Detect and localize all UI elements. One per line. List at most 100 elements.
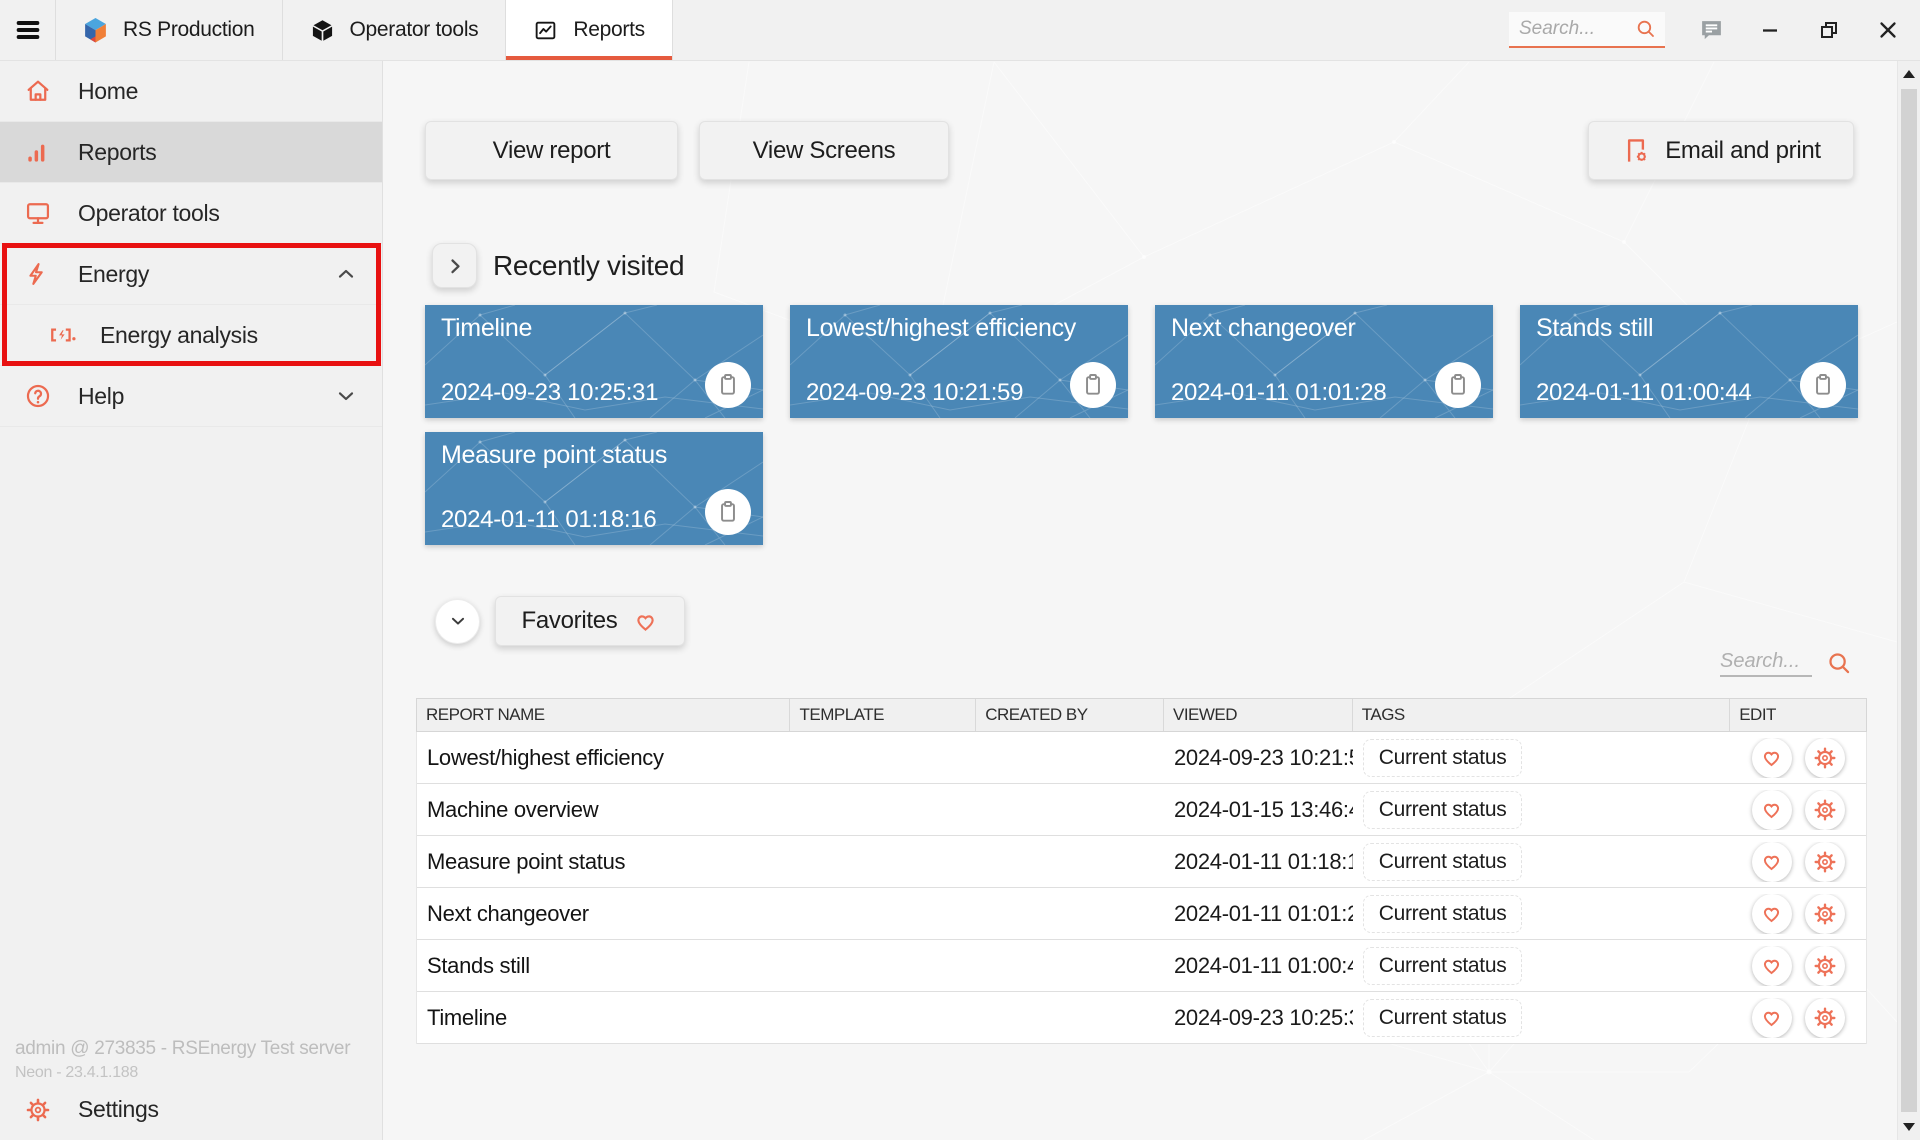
report-settings-button[interactable] (1805, 998, 1845, 1038)
clipboard-badge (705, 362, 751, 408)
sidebar-item-operator-tools[interactable]: Operator tools (0, 183, 382, 244)
battery-charging-icon (46, 322, 78, 348)
scroll-down-button[interactable] (1898, 1114, 1920, 1140)
clipboard-badge (1800, 362, 1846, 408)
cell-tags: Current status (1353, 999, 1730, 1037)
triangle-up-icon (1903, 70, 1915, 78)
table-row[interactable]: Lowest/highest efficiency 2024-09-23 10:… (417, 732, 1866, 784)
favorite-toggle-button[interactable] (1752, 790, 1792, 830)
report-settings-button[interactable] (1805, 790, 1845, 830)
chat-button[interactable] (1691, 8, 1731, 52)
global-search-input[interactable] (1517, 17, 1629, 41)
hamburger-menu-button[interactable] (0, 0, 55, 60)
cell-report-name: Timeline (417, 1005, 790, 1031)
search-icon[interactable] (1635, 18, 1657, 40)
report-settings-button[interactable] (1805, 946, 1845, 986)
sidebar-item-label: Energy (78, 261, 149, 288)
tile-timestamp: 2024-09-23 10:25:31 (441, 379, 658, 407)
gear-icon (24, 1096, 52, 1124)
favorites-label: Favorites (522, 607, 618, 635)
tab-label: Reports (573, 18, 644, 42)
email-and-print-button[interactable]: Email and print (1588, 121, 1854, 180)
table-row[interactable]: Stands still 2024-01-11 01:00:44 Current… (417, 940, 1866, 992)
cell-edit (1730, 790, 1866, 830)
triangle-down-icon (1903, 1123, 1915, 1131)
cell-edit (1730, 842, 1866, 882)
tab-operator-tools[interactable]: Operator tools (282, 0, 506, 60)
sidebar-item-energy[interactable]: Energy (0, 244, 382, 305)
chat-icon (1699, 18, 1724, 43)
cell-viewed: 2024-09-23 10:21:59 (1164, 745, 1353, 771)
report-tile[interactable]: Lowest/highest efficiency 2024-09-23 10:… (790, 305, 1128, 418)
sidebar-item-label: Energy analysis (100, 322, 258, 349)
report-tile[interactable]: Next changeover 2024-01-11 01:01:28 (1155, 305, 1493, 418)
chevron-right-icon (443, 254, 467, 278)
report-tile[interactable]: Measure point status 2024-01-11 01:18:16 (425, 432, 763, 545)
tab-rs-production[interactable]: RS Production (55, 0, 282, 60)
search-icon[interactable] (1826, 650, 1853, 677)
recently-visited-expand-button[interactable] (432, 243, 477, 288)
cell-viewed: 2024-01-11 01:01:28 (1164, 901, 1353, 927)
sidebar-item-energy-analysis[interactable]: Energy analysis (0, 305, 382, 366)
main-content: View report View Screens Email and print… (384, 62, 1897, 1140)
home-icon (24, 77, 52, 105)
table-search-input[interactable] (1720, 648, 1812, 677)
scrollbar-thumb[interactable] (1901, 89, 1917, 1112)
column-header-viewed: VIEWED (1164, 699, 1353, 731)
settings-label: Settings (78, 1096, 159, 1123)
table-row[interactable]: Timeline 2024-09-23 10:25:31 Current sta… (417, 992, 1866, 1044)
cell-report-name: Measure point status (417, 849, 790, 875)
top-bar-right (1509, 0, 1920, 60)
favorites-collapse-button[interactable] (435, 599, 480, 644)
heart-icon (1759, 797, 1784, 822)
column-header-created-by: CREATED BY (976, 699, 1164, 731)
table-search (1720, 648, 1853, 677)
minimize-button[interactable] (1750, 8, 1790, 52)
tag-chip: Current status (1363, 739, 1523, 777)
monitor-icon (24, 199, 52, 227)
table-row[interactable]: Machine overview 2024-01-15 13:46:47 Cur… (417, 784, 1866, 836)
favorite-toggle-button[interactable] (1752, 738, 1792, 778)
tile-title: Stands still (1536, 314, 1653, 343)
email-print-icon (1621, 136, 1651, 166)
cell-report-name: Lowest/highest efficiency (417, 745, 790, 771)
table-row[interactable]: Next changeover 2024-01-11 01:01:28 Curr… (417, 888, 1866, 940)
tab-reports[interactable]: Reports (505, 0, 672, 60)
minimize-icon (1758, 18, 1782, 42)
sidebar-item-home[interactable]: Home (0, 61, 382, 122)
favorite-toggle-button[interactable] (1752, 842, 1792, 882)
report-tile[interactable]: Timeline 2024-09-23 10:25:31 (425, 305, 763, 418)
chevron-down-icon (447, 610, 469, 632)
vertical-scrollbar (1897, 61, 1920, 1140)
favorite-toggle-button[interactable] (1752, 998, 1792, 1038)
favorite-toggle-button[interactable] (1752, 946, 1792, 986)
clipboard-badge (1435, 362, 1481, 408)
sidebar-item-reports[interactable]: Reports (0, 122, 382, 183)
favorites-button[interactable]: Favorites (495, 596, 685, 646)
sidebar-item-settings[interactable]: Settings (0, 1079, 382, 1140)
scroll-up-button[interactable] (1898, 61, 1920, 87)
view-screens-button[interactable]: View Screens (699, 121, 949, 180)
tab-label: Operator tools (350, 18, 479, 42)
report-settings-button[interactable] (1805, 894, 1845, 934)
view-report-button[interactable]: View report (425, 121, 678, 180)
restore-button[interactable] (1809, 8, 1849, 52)
favorite-toggle-button[interactable] (1752, 894, 1792, 934)
report-settings-button[interactable] (1805, 738, 1845, 778)
gear-icon (1812, 849, 1838, 875)
tag-chip: Current status (1363, 895, 1523, 933)
report-settings-button[interactable] (1805, 842, 1845, 882)
sidebar-item-label: Reports (78, 139, 156, 166)
top-bar: RS Production Operator tools Reports (0, 0, 1920, 61)
email-print-label: Email and print (1665, 137, 1821, 165)
table-row[interactable]: Measure point status 2024-01-11 01:18:16… (417, 836, 1866, 888)
report-tile[interactable]: Stands still 2024-01-11 01:00:44 (1520, 305, 1858, 418)
sidebar-item-help[interactable]: Help (0, 366, 382, 427)
close-button[interactable] (1868, 8, 1908, 52)
heart-icon (632, 608, 659, 635)
cell-tags: Current status (1353, 791, 1730, 829)
gear-icon (1812, 1005, 1838, 1031)
tag-chip: Current status (1363, 947, 1523, 985)
heart-icon (1759, 745, 1784, 770)
cell-edit (1730, 894, 1866, 934)
